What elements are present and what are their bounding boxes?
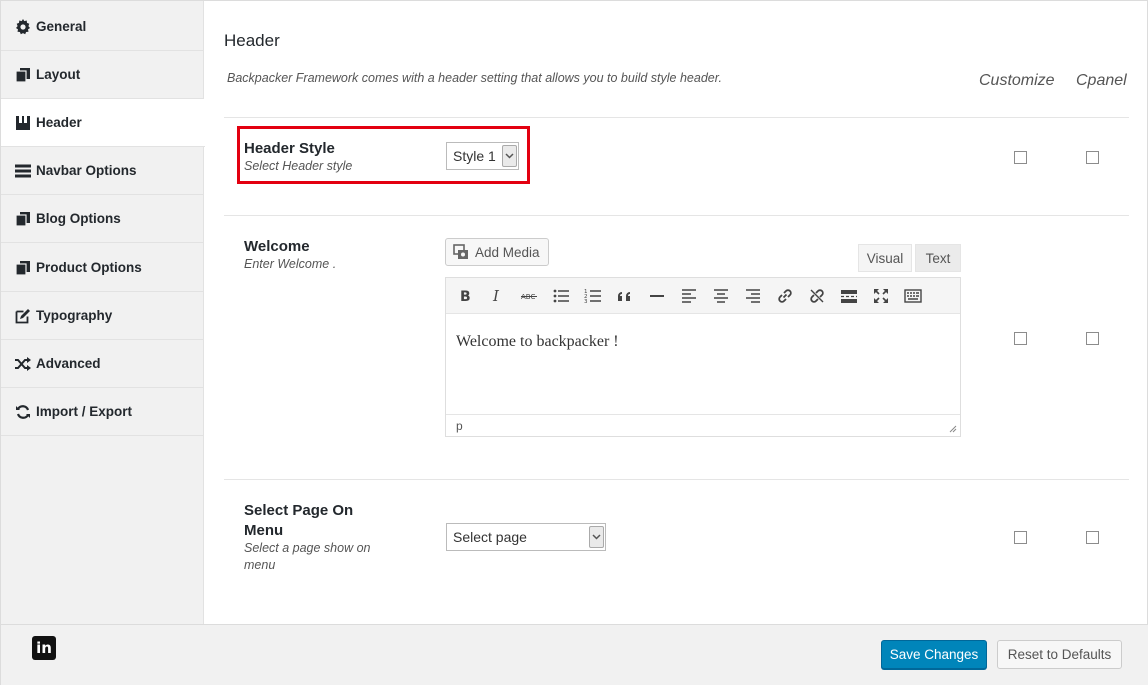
copy-icon [15,67,31,83]
divider [224,215,1129,216]
sidebar-item-layout[interactable]: Layout [1,51,203,99]
strikethrough-button[interactable]: ABC [517,284,541,308]
page-title: Header [224,31,280,50]
column-header-customize: Customize [979,72,1055,89]
cpanel-checkbox-header-style[interactable] [1086,151,1099,164]
sidebar-item-label: Typography [36,308,113,323]
option-subtitle-select-page: Select a page show on menu [244,541,371,572]
option-title-select-page: Select Page On Menu [244,502,354,539]
sidebar-item-label: Layout [36,67,81,82]
sidebar-item-label: Advanced [36,356,101,371]
add-media-label: Add Media [475,244,540,260]
sidebar-item-import-export[interactable]: Import / Export [1,388,203,436]
sidebar-item-product-options[interactable]: Product Options [1,244,203,292]
copy-icon [15,260,31,276]
column-header-cpanel: Cpanel [1076,72,1127,89]
svg-text:3: 3 [584,299,588,305]
bold-button[interactable]: B [453,284,477,308]
sidebar-item-general[interactable]: General [1,3,203,51]
sidebar-item-advanced[interactable]: Advanced [1,340,203,388]
blockquote-button[interactable] [613,284,637,308]
welcome-editor[interactable]: B I ABC 123 [445,277,961,437]
shuffle-icon [15,356,31,372]
customize-checkbox-select-page[interactable] [1014,531,1027,544]
align-right-button[interactable] [741,284,765,308]
fullscreen-icon[interactable] [869,284,893,308]
sidebar-item-header[interactable]: Header [1,99,205,147]
main-content: Header Backpacker Framework comes with a… [204,1,1147,624]
gear-icon [15,18,31,35]
tab-text[interactable]: Text [915,244,961,272]
cpanel-checkbox-select-page[interactable] [1086,531,1099,544]
editor-status-path: p [446,414,960,436]
edit-icon [15,308,31,324]
customize-checkbox-welcome[interactable] [1014,332,1027,345]
sidebar-item-label: Header [36,115,82,130]
editor-toolbar: B I ABC 123 [446,278,960,314]
select-value: Select page [453,529,527,545]
media-icon [453,244,468,259]
menu-icon [15,163,31,179]
italic-button[interactable]: I [485,284,509,308]
divider [224,479,1129,480]
options-panel: General Layout Header Navbar Options Blo… [0,0,1148,685]
tab-visual[interactable]: Visual [858,244,912,272]
cpanel-checkbox-welcome[interactable] [1086,332,1099,345]
reset-defaults-button[interactable]: Reset to Defaults [997,640,1122,669]
sidebar-item-label: General [36,19,87,34]
sidebar: General Layout Header Navbar Options Blo… [1,1,205,624]
sidebar-item-blog-options[interactable]: Blog Options [1,195,203,243]
linkedin-icon[interactable]: in [32,636,56,660]
sidebar-item-navbar-options[interactable]: Navbar Options [1,147,203,195]
chevron-down-icon [589,526,604,548]
footer-bar: in Save Changes Reset to Defaults [1,624,1148,685]
customize-checkbox-header-style[interactable] [1014,151,1027,164]
header-icon [15,115,31,131]
sidebar-item-label: Blog Options [36,211,121,226]
horizontal-line-button[interactable] [645,284,669,308]
sidebar-item-typography[interactable]: Typography [1,292,203,340]
add-media-button[interactable]: Add Media [445,238,549,266]
editor-content[interactable]: Welcome to backpacker ! [456,333,619,351]
sidebar-item-label: Navbar Options [36,163,137,178]
bullet-list-button[interactable] [549,284,573,308]
resize-handle-icon[interactable] [948,424,957,433]
read-more-button[interactable] [837,284,861,308]
keyboard-icon[interactable] [901,284,925,308]
option-title-welcome: Welcome [244,238,310,255]
numbered-list-button[interactable]: 123 [581,284,605,308]
copy-icon [15,211,31,227]
svg-text:I: I [492,287,500,305]
svg-text:B: B [460,289,471,305]
sidebar-item-label: Product Options [36,260,142,275]
sidebar-item-label: Import / Export [36,404,133,419]
divider [224,117,1129,118]
highlight-box [237,126,530,184]
align-center-button[interactable] [709,284,733,308]
section-description: Backpacker Framework comes with a header… [227,71,722,85]
option-subtitle-welcome: Enter Welcome . [244,257,337,271]
select-page-dropdown[interactable]: Select page [446,523,606,551]
refresh-icon [15,404,31,420]
save-changes-button[interactable]: Save Changes [881,640,987,669]
link-icon[interactable] [773,284,797,308]
unlink-icon[interactable] [805,284,829,308]
align-left-button[interactable] [677,284,701,308]
